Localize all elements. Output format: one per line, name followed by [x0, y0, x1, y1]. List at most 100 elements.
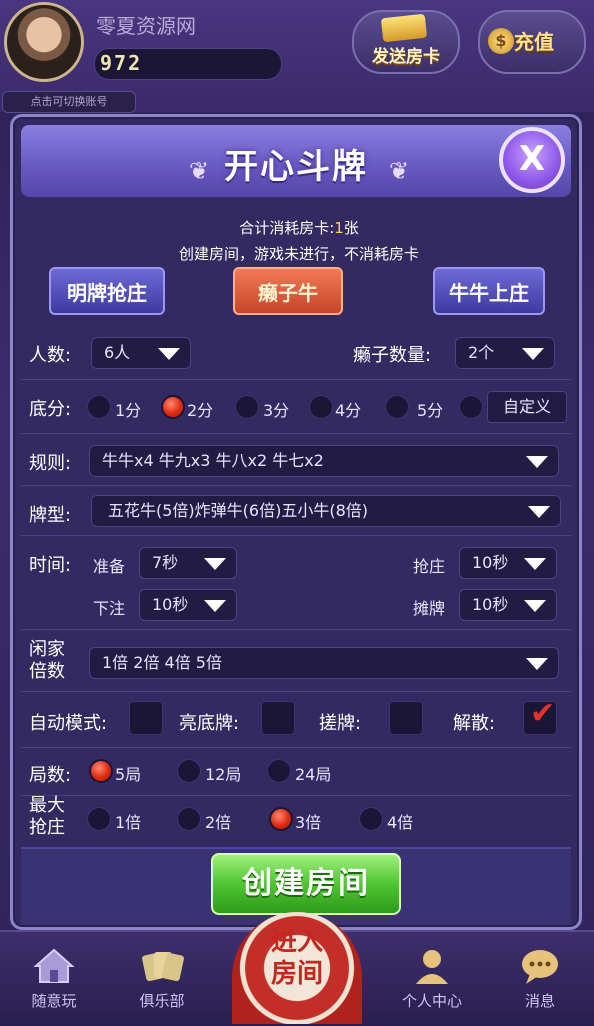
maxgrab-label: 最大 抢庄 — [29, 795, 65, 839]
dropdown-arrow-icon — [524, 600, 546, 612]
create-room-dialog: ❦ 开心斗牌 ❦ X 合计消耗房卡:1张 创建房间，游戏未进行，不消耗房卡 明牌… — [10, 114, 582, 930]
idle-multiplier-select[interactable]: 1倍 2倍 4倍 5倍 — [89, 647, 559, 679]
cardtype-value: 五花牛(5倍)炸弹牛(6倍)五小牛(8倍) — [108, 501, 368, 520]
idle-label-1: 闲家 — [29, 639, 65, 660]
maxgrab-4-label: 4倍 — [387, 813, 414, 832]
laizi-count-label: 癞子数量: — [353, 345, 432, 366]
laizi-count-value: 2个 — [468, 343, 495, 362]
divider — [21, 795, 571, 796]
cost-prefix: 合计消耗房卡: — [239, 219, 335, 237]
dissolve-checkbox[interactable]: ✔ — [523, 696, 557, 735]
recharge-label: 充值 — [514, 30, 554, 54]
enter-room-label-2: 房间 — [270, 959, 323, 989]
base-2-radio[interactable] — [161, 395, 185, 419]
enter-room-label: 进入 房间 — [232, 926, 362, 990]
nav-club-label: 俱乐部 — [139, 992, 185, 1010]
ready-label: 准备 — [93, 557, 126, 576]
rounds-12-radio[interactable] — [177, 759, 201, 783]
rounds-24-radio[interactable] — [267, 759, 291, 783]
base-3-radio[interactable] — [235, 395, 259, 419]
nav-messages[interactable]: 消息 — [500, 946, 580, 1011]
score-value: 972 — [100, 51, 143, 75]
maxgrab-3-label: 3倍 — [295, 813, 322, 832]
base-4-radio[interactable] — [309, 395, 333, 419]
create-room-button[interactable]: 创建房间 — [211, 853, 401, 915]
players-select[interactable]: 6人 — [91, 337, 191, 369]
nav-club[interactable]: 俱乐部 — [122, 946, 202, 1011]
bright-checkbox[interactable] — [261, 701, 295, 735]
rounds-12-label: 12局 — [205, 765, 242, 784]
cost-unit: 张 — [343, 219, 359, 237]
grab-label: 抢庄 — [413, 557, 446, 576]
rounds-5-radio[interactable] — [89, 759, 113, 783]
username: 零夏资源网 — [96, 14, 196, 38]
rub-checkbox[interactable] — [389, 701, 423, 735]
cardtype-select[interactable]: 五花牛(5倍)炸弹牛(6倍)五小牛(8倍) — [91, 495, 561, 527]
nav-profile-label: 个人中心 — [401, 992, 462, 1010]
divider — [21, 691, 571, 692]
bright-label: 亮底牌: — [179, 713, 240, 734]
players-value: 6人 — [104, 343, 131, 362]
send-card-button[interactable]: 发送房卡 — [352, 10, 460, 74]
time-label: 时间: — [29, 555, 72, 576]
mode-laizi-button[interactable]: 癞子牛 — [233, 267, 343, 315]
dropdown-arrow-icon — [204, 558, 226, 570]
nav-casual[interactable]: 随意玩 — [14, 946, 94, 1011]
maxgrab-2-label: 2倍 — [205, 813, 232, 832]
enter-room-label-1: 进入 — [270, 927, 323, 957]
dropdown-arrow-icon — [522, 348, 544, 360]
maxgrab-3-radio[interactable] — [269, 807, 293, 831]
send-card-label: 发送房卡 — [372, 47, 440, 67]
bet-label: 下注 — [93, 599, 126, 618]
idle-multiplier-value: 1倍 2倍 4倍 5倍 — [102, 653, 222, 672]
grab-time-select[interactable]: 10秒 — [459, 547, 557, 579]
divider — [21, 747, 571, 748]
rub-label: 搓牌: — [319, 713, 362, 734]
switch-account-tip[interactable]: 点击可切换账号 — [2, 91, 136, 113]
dialog-title: 开心斗牌 — [224, 147, 368, 187]
dropdown-arrow-icon — [524, 558, 546, 570]
maxgrab-4-radio[interactable] — [359, 807, 383, 831]
base-custom-radio[interactable] — [459, 395, 483, 419]
dissolve-label: 解散: — [453, 713, 496, 734]
nav-messages-label: 消息 — [524, 992, 555, 1010]
maxgrab-label-1: 最大 — [29, 795, 65, 816]
dropdown-arrow-icon — [526, 658, 548, 670]
coin-icon: $ — [488, 28, 514, 54]
base-5-radio[interactable] — [385, 395, 409, 419]
grab-time-value: 10秒 — [472, 553, 509, 572]
dialog-header: ❦ 开心斗牌 ❦ — [21, 125, 571, 197]
maxgrab-2-radio[interactable] — [177, 807, 201, 831]
auto-mode-checkbox[interactable] — [129, 701, 163, 735]
base-4-label: 4分 — [335, 401, 362, 420]
rounds-label: 局数: — [29, 765, 72, 786]
close-button[interactable]: X — [499, 127, 565, 193]
home-icon — [33, 948, 75, 983]
rounds-24-label: 24局 — [295, 765, 332, 784]
nav-profile[interactable]: 个人中心 — [392, 946, 472, 1011]
mode-mingpai-button[interactable]: 明牌抢庄 — [49, 267, 165, 315]
avatar[interactable] — [4, 2, 84, 82]
dropdown-arrow-icon — [526, 456, 548, 468]
bet-time-select[interactable]: 10秒 — [139, 589, 237, 621]
maxgrab-1-radio[interactable] — [87, 807, 111, 831]
auto-mode-label: 自动模式: — [29, 713, 108, 734]
recharge-button[interactable]: $ 充值 — [478, 10, 586, 74]
dropdown-arrow-icon — [204, 600, 226, 612]
show-label: 摊牌 — [413, 599, 446, 618]
base-1-radio[interactable] — [87, 395, 111, 419]
ready-time-select[interactable]: 7秒 — [139, 547, 237, 579]
rule-select[interactable]: 牛牛x4 牛九x3 牛八x2 牛七x2 — [89, 445, 559, 477]
rule-label: 规则: — [29, 453, 72, 474]
rule-value: 牛牛x4 牛九x3 牛八x2 牛七x2 — [102, 451, 324, 470]
base-custom-input[interactable]: 自定义 — [487, 391, 567, 423]
maxgrab-1-label: 1倍 — [115, 813, 142, 832]
dropdown-arrow-icon — [528, 506, 550, 518]
maxgrab-label-2: 抢庄 — [29, 817, 65, 838]
laizi-count-select[interactable]: 2个 — [455, 337, 555, 369]
base-5-label: 5分 — [417, 401, 444, 420]
show-time-select[interactable]: 10秒 — [459, 589, 557, 621]
base-1-label: 1分 — [115, 401, 142, 420]
mode-niuniu-button[interactable]: 牛牛上庄 — [433, 267, 545, 315]
idle-multiplier-label: 闲家 倍数 — [29, 639, 65, 683]
